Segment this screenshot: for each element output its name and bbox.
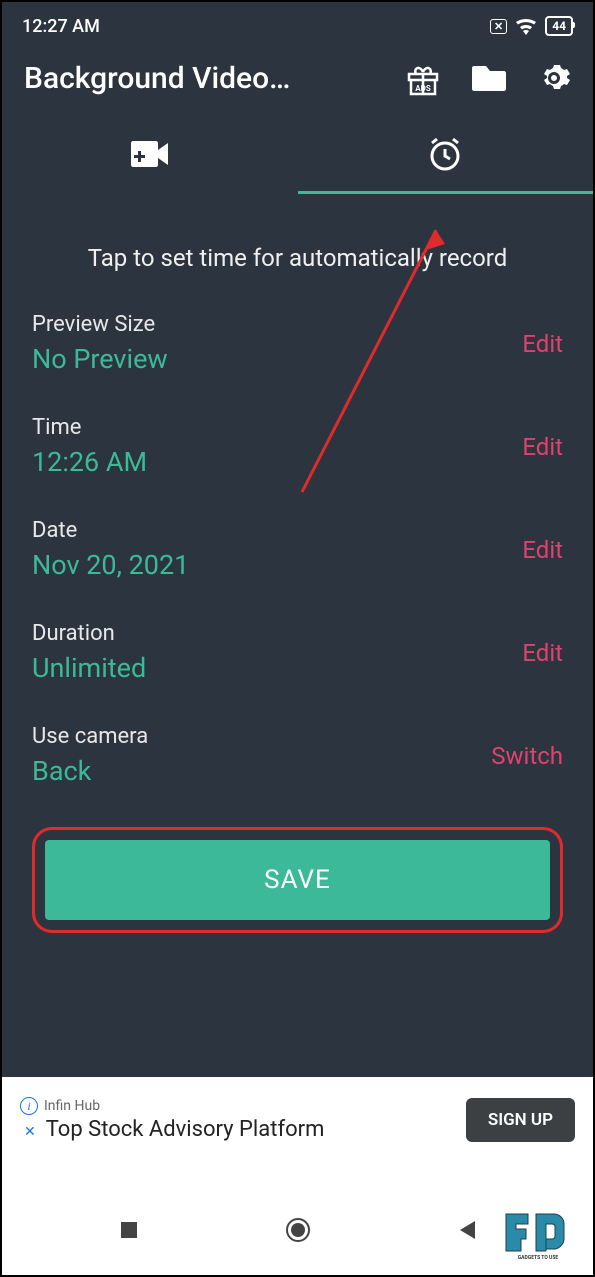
setting-duration[interactable]: Duration Unlimited Edit — [32, 621, 563, 684]
duration-label: Duration — [32, 621, 146, 646]
nav-home-button[interactable] — [285, 1217, 311, 1243]
ad-info-icon[interactable]: i — [20, 1097, 38, 1115]
ad-signup-button[interactable]: SIGN UP — [466, 1098, 575, 1142]
preview-size-edit[interactable]: Edit — [522, 330, 563, 358]
setting-camera[interactable]: Use camera Back Switch — [32, 724, 563, 787]
wifi-icon — [515, 17, 537, 35]
setting-time[interactable]: Time 12:26 AM Edit — [32, 415, 563, 478]
settings-gear-icon[interactable] — [537, 61, 571, 95]
camera-switch[interactable]: Switch — [491, 742, 563, 770]
time-label: Time — [32, 415, 147, 440]
ad-banner[interactable]: i Infin Hub ✕ Top Stock Advisory Platfor… — [4, 1087, 591, 1152]
duration-edit[interactable]: Edit — [522, 639, 563, 667]
battery-icon: 44 — [545, 16, 573, 36]
notification-icon: ✕ — [490, 19, 507, 34]
tab-record[interactable] — [2, 114, 298, 194]
ads-gift-icon[interactable]: ADS — [405, 60, 441, 96]
save-button[interactable]: SAVE — [45, 840, 550, 920]
save-highlight-box: SAVE — [32, 827, 563, 933]
time-value: 12:26 AM — [32, 446, 147, 478]
nav-back-button[interactable] — [454, 1217, 480, 1243]
video-plus-icon — [130, 140, 170, 168]
ad-close-icon[interactable]: ✕ — [24, 1124, 36, 1140]
date-value: Nov 20, 2021 — [32, 549, 189, 581]
folder-icon[interactable] — [471, 63, 507, 93]
duration-value: Unlimited — [32, 652, 146, 684]
status-bar: 12:27 AM ✕ 44 — [2, 2, 593, 42]
svg-text:GADGETS TO USE: GADGETS TO USE — [518, 1255, 559, 1261]
ad-advertiser: Infin Hub — [44, 1098, 100, 1114]
tab-schedule[interactable] — [298, 114, 594, 194]
tabs — [2, 114, 593, 194]
date-edit[interactable]: Edit — [522, 536, 563, 564]
app-title: Background Video… — [24, 61, 290, 96]
preview-size-value: No Preview — [32, 343, 168, 375]
alarm-clock-icon — [427, 136, 463, 172]
camera-value: Back — [32, 755, 148, 787]
svg-text:ADS: ADS — [415, 84, 431, 93]
nav-recents-button[interactable] — [116, 1217, 142, 1243]
instruction-text: Tap to set time for automatically record — [2, 194, 593, 312]
time-edit[interactable]: Edit — [522, 433, 563, 461]
setting-date[interactable]: Date Nov 20, 2021 Edit — [32, 518, 563, 581]
setting-preview-size[interactable]: Preview Size No Preview Edit — [32, 312, 563, 375]
tab-indicator — [298, 191, 594, 194]
ad-headline: Top Stock Advisory Platform — [46, 1117, 325, 1142]
clock: 12:27 AM — [22, 16, 100, 37]
camera-label: Use camera — [32, 724, 148, 749]
date-label: Date — [32, 518, 189, 543]
preview-size-label: Preview Size — [32, 312, 168, 337]
watermark: GADGETS TO USE — [503, 1211, 573, 1265]
app-bar: Background Video… ADS — [2, 42, 593, 114]
